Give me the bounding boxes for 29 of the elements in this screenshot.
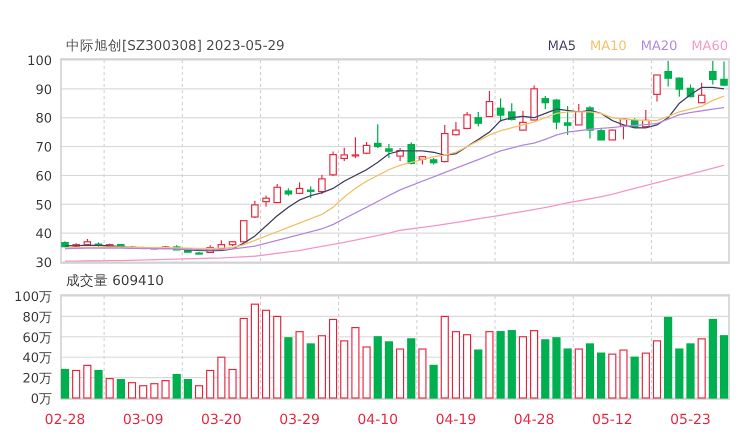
axis-label: 60万 [22, 330, 52, 346]
date-label: 04-28 [514, 412, 554, 428]
date-label: 03-29 [279, 412, 320, 428]
date-label: 02-28 [44, 412, 86, 428]
date-label: 05-12 [592, 412, 633, 428]
date-label: 03-20 [201, 412, 242, 428]
legend-label: MA20 [640, 38, 678, 54]
axis-label: 50 [35, 198, 52, 214]
legend-label: MA10 [590, 38, 627, 54]
axis-label: 90 [35, 82, 52, 98]
legend-label: MA5 [548, 38, 576, 54]
date-label: 04-10 [357, 412, 398, 428]
volume-title: 成交量 609410 [65, 272, 165, 290]
date-label: 04-19 [436, 412, 476, 428]
date-label: 05-23 [670, 412, 711, 428]
axis-label: 20万 [22, 372, 52, 387]
axis-label: 100万 [14, 290, 52, 305]
chart-title: 中际旭创[SZ300308] 2023-05-29 [66, 37, 285, 55]
axis-label: 0万 [30, 392, 52, 407]
axis-label: 60 [35, 169, 52, 184]
axis-label: 80万 [22, 310, 52, 326]
axis-label: 40万 [22, 351, 52, 366]
axis-label: 40 [35, 227, 52, 242]
date-label: 03-09 [122, 412, 164, 428]
axis-label: 100 [27, 54, 52, 69]
legend-label: MA60 [691, 38, 728, 54]
axis-label: 80 [35, 112, 52, 127]
axis-label: 70 [35, 140, 52, 156]
axis-label: 30 [35, 256, 52, 271]
